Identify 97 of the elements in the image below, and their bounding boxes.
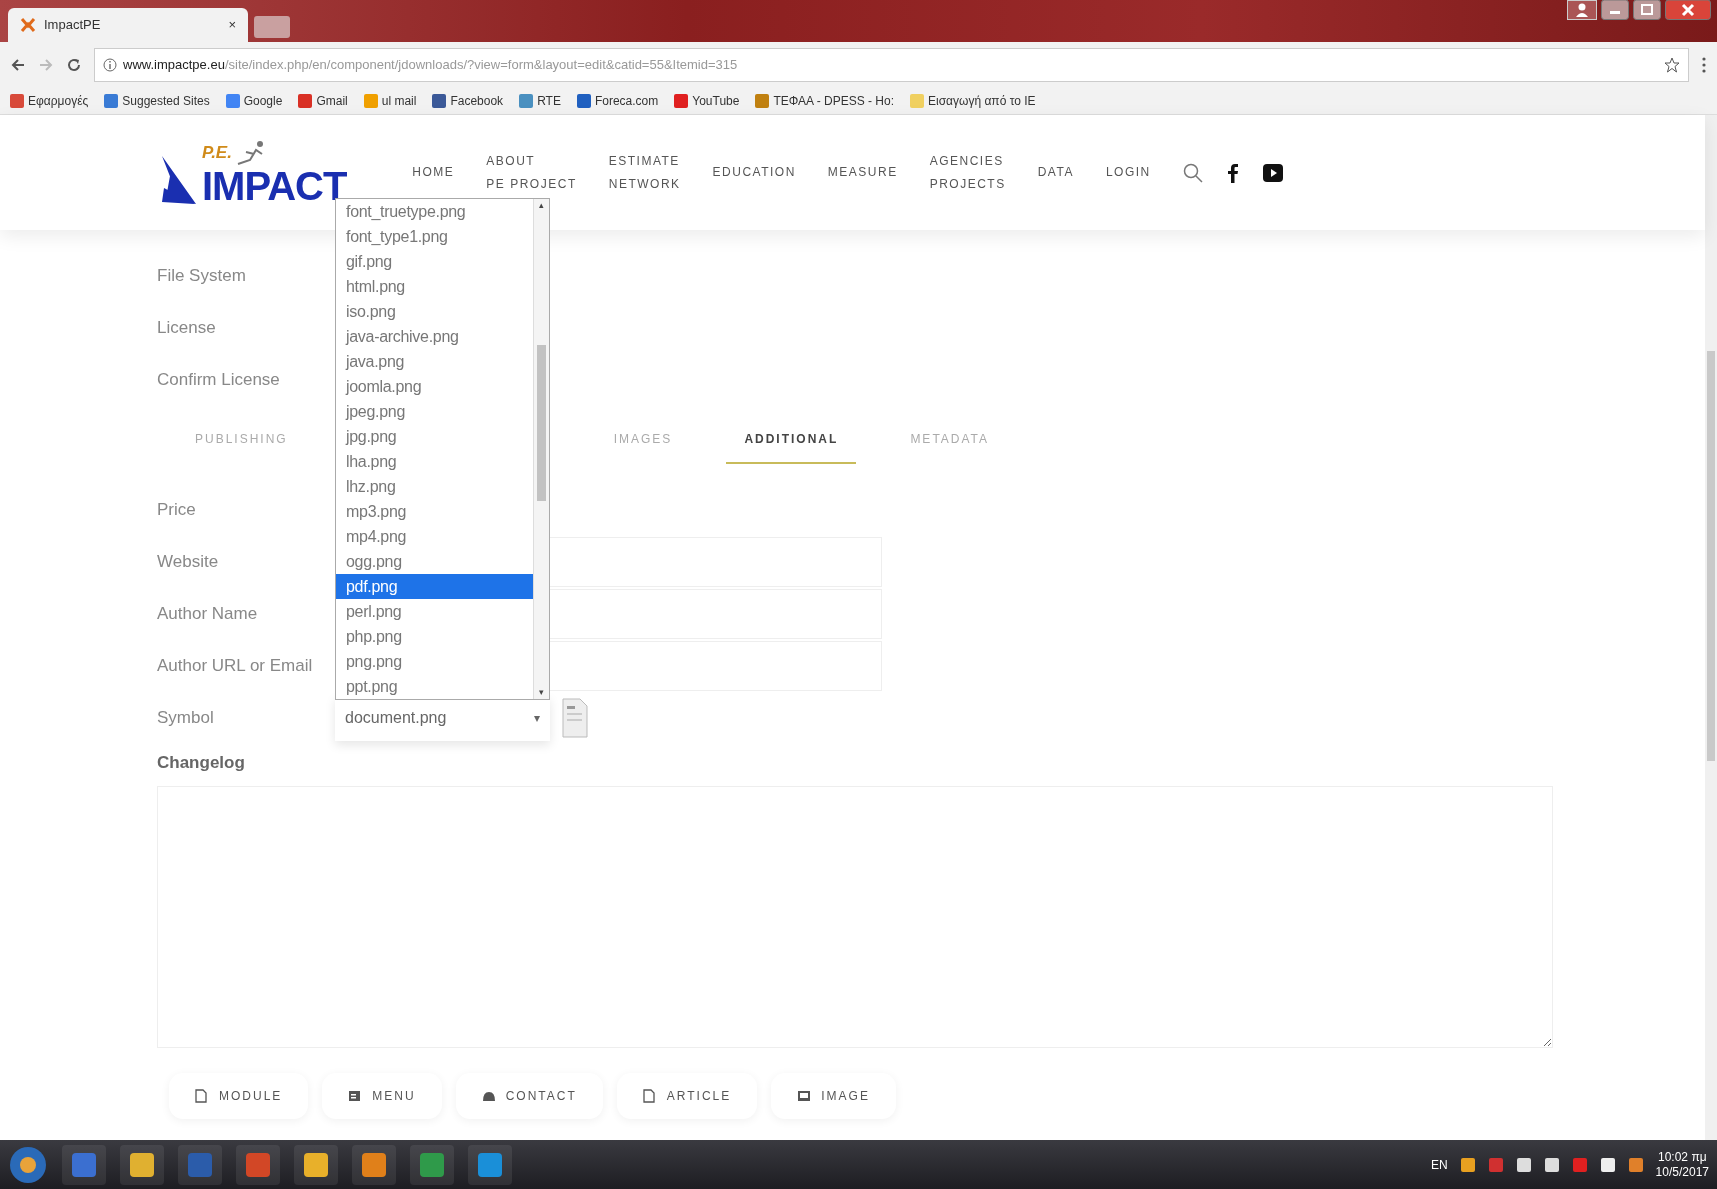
dropdown-option[interactable]: png.png — [336, 649, 533, 674]
bookmark-link[interactable]: Εφαρμογές — [10, 91, 89, 110]
field-label: Symbol — [157, 707, 215, 730]
dropdown-option[interactable]: perl.png — [336, 599, 533, 624]
tray-icon[interactable] — [1543, 1156, 1560, 1173]
nav-link[interactable]: ABOUT PE PROJECT — [470, 149, 593, 196]
scrollbar-thumb[interactable] — [537, 344, 546, 501]
dropdown-list[interactable]: font_truetype.png font_type1.png gif.png html.png iso.png java-archive.png java.png joomla.png jpeg.png jpg.png lha.png lhz.png mp3.png mp4.png ogg.png pdf.png perl.png php.png png.png ppt.png ▴ ▾ — [335, 198, 550, 700]
field-label: Confirm License — [157, 369, 281, 392]
back-arrow-icon[interactable] — [10, 56, 26, 73]
dropdown-option[interactable]: gif.png — [336, 249, 533, 274]
tray-icon[interactable] — [1459, 1156, 1476, 1173]
dropdown-option[interactable]: font_type1.png — [336, 224, 533, 249]
picture-icon — [797, 1088, 812, 1103]
minimize-icon[interactable] — [1601, 0, 1629, 20]
nav-link[interactable]: MEASURE — [811, 161, 914, 184]
tray-icon[interactable] — [1515, 1156, 1532, 1173]
taskbar-app-icon[interactable] — [120, 1144, 164, 1185]
list-icon — [348, 1088, 363, 1103]
info-icon — [103, 57, 117, 72]
document-button[interactable]: ARTICLE — [616, 1072, 758, 1119]
bookmark-link[interactable]: Foreca.com — [576, 91, 659, 110]
dropdown-option[interactable]: pdf.png — [336, 574, 533, 599]
taskbar-app-icon[interactable] — [352, 1144, 396, 1185]
bookmark-link[interactable]: ΤΕΦΑΑ - DPESS - Ho: — [755, 91, 895, 110]
star-icon[interactable] — [1664, 56, 1680, 73]
field-label: License — [157, 317, 217, 340]
nav-link[interactable]: HOME — [396, 161, 471, 184]
url-text: www.impactpe.eu/site/index.php/en/component/jdownloads/?view=form&layout=edit&catid=55&Itemid=315 — [123, 55, 739, 74]
dropdown-option[interactable]: html.png — [336, 274, 533, 299]
dropdown-option[interactable]: java-archive.png — [336, 324, 533, 349]
field-label: Author Name — [157, 603, 259, 626]
nav-link[interactable]: LOGIN — [1089, 161, 1167, 184]
tray-icon[interactable] — [1599, 1156, 1616, 1173]
taskbar-app-icon[interactable] — [236, 1144, 280, 1185]
document-icon — [642, 1088, 657, 1103]
page-scrollbar-thumb[interactable] — [1707, 350, 1715, 761]
field-label: Price — [157, 499, 197, 522]
contact-button[interactable]: CONTACT — [455, 1072, 603, 1119]
nav-link[interactable]: EDUCATION — [696, 161, 812, 184]
taskbar-app-icon[interactable] — [410, 1144, 454, 1185]
site-favicon-icon — [20, 17, 36, 33]
menu-icon[interactable] — [1701, 55, 1707, 74]
bookmark-link[interactable]: RTE — [519, 91, 561, 110]
search-icon[interactable] — [1182, 162, 1203, 183]
dropdown-option[interactable]: lhz.png — [336, 474, 533, 499]
facebook-icon[interactable] — [1226, 162, 1239, 183]
bookmark-link[interactable]: Gmail — [298, 91, 348, 110]
bookmark-link[interactable]: Google — [225, 91, 283, 110]
bookmark-link[interactable]: Εισαγωγή από το IE — [910, 91, 1036, 110]
scroll-up-arrow[interactable]: ▴ — [539, 199, 544, 213]
start-orb-icon[interactable] — [8, 1144, 48, 1185]
bookmark-link[interactable]: YouTube — [674, 91, 740, 110]
dropdown-option[interactable]: jpeg.png — [336, 399, 533, 424]
dropdown-option[interactable]: joomla.png — [336, 374, 533, 399]
nav-link[interactable]: ESTIMATE NETWORK — [592, 149, 697, 196]
maximize-icon[interactable] — [1633, 0, 1661, 20]
address-bar[interactable]: www.impactpe.eu/site/index.php/en/component/jdownloads/?view=form&layout=edit&catid=55&Itemid=315 — [94, 47, 1689, 82]
document-button[interactable]: MODULE — [169, 1072, 309, 1119]
dropdown-option[interactable]: mp4.png — [336, 524, 533, 549]
field-label: Website — [157, 551, 220, 574]
browser-tab[interactable]: ImpactPE × — [8, 8, 248, 42]
clock-date[interactable]: 10/5/2017 — [1655, 1164, 1709, 1179]
taskbar-app-icon[interactable] — [468, 1144, 512, 1185]
dropdown-option[interactable]: ogg.png — [336, 549, 533, 574]
tab-title: ImpactPE — [44, 16, 102, 35]
image-button[interactable]: IMAGE — [771, 1072, 896, 1119]
nav-link[interactable]: AGENCIES PROJECTS — [913, 149, 1022, 196]
bookmark-link[interactable]: ul mail — [363, 91, 417, 110]
nav-link[interactable]: DATA — [1021, 161, 1090, 184]
taskbar-app-icon[interactable] — [62, 1144, 106, 1185]
runner-icon — [235, 139, 266, 166]
dropdown-option[interactable]: mp3.png — [336, 499, 533, 524]
clock-time[interactable]: 10:02 πμ — [1655, 1150, 1709, 1165]
changelog-label: Changelog — [157, 752, 246, 774]
language-indicator[interactable]: EN — [1430, 1155, 1448, 1174]
reload-icon[interactable] — [66, 56, 82, 73]
form-tab[interactable]: ADDITIONAL — [726, 416, 857, 464]
field-label: Author URL or Email — [157, 655, 314, 678]
bookmark-link[interactable]: Facebook — [432, 91, 504, 110]
field-label: File System — [157, 265, 247, 288]
close-icon[interactable] — [1665, 0, 1711, 20]
document-icon — [562, 698, 588, 738]
youtube-icon[interactable] — [1262, 163, 1283, 182]
dropdown-option[interactable]: iso.png — [336, 299, 533, 324]
dropdown-option[interactable]: php.png — [336, 624, 533, 649]
bookmark-link[interactable]: Suggested Sites — [104, 91, 210, 110]
dropdown-option[interactable]: jpg.png — [336, 424, 533, 449]
tray-icon[interactable] — [1627, 1156, 1644, 1173]
dropdown-option[interactable]: lha.png — [336, 449, 533, 474]
menu-button[interactable]: MENU — [322, 1072, 442, 1119]
dropdown-option[interactable]: java.png — [336, 349, 533, 374]
document-icon — [195, 1088, 209, 1103]
logo-subtitle: P.E. — [202, 142, 232, 164]
taskbar-app-icon[interactable] — [294, 1144, 338, 1185]
tab-close-button[interactable]: × — [228, 15, 236, 35]
profile-icon[interactable] — [1567, 0, 1597, 20]
